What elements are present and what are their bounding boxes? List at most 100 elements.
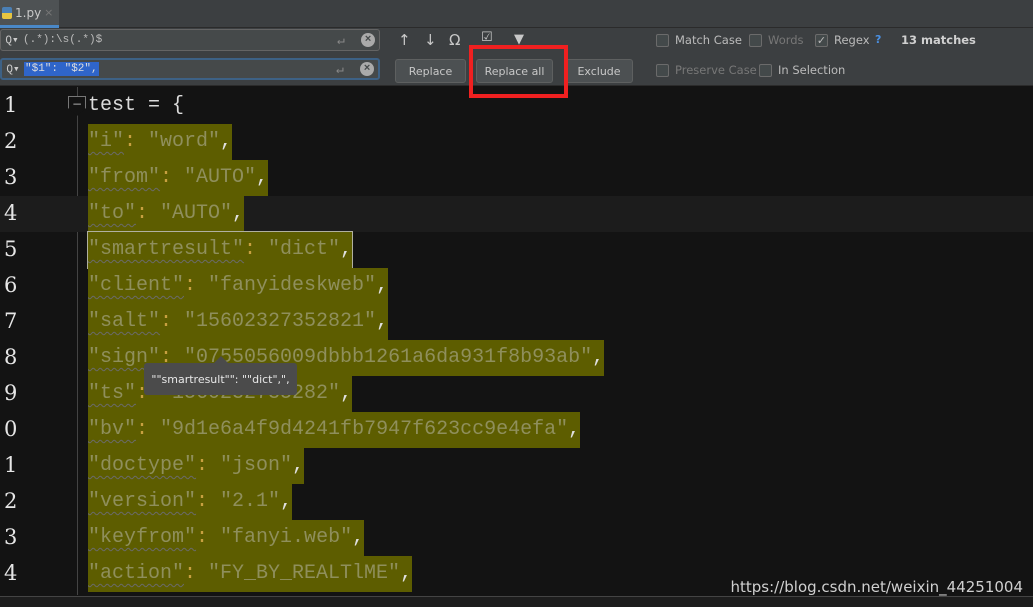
comma: , [376, 274, 389, 297]
dict-value: "json" [220, 454, 293, 477]
checkmark-icon[interactable]: ✓ [815, 33, 828, 47]
comma: , [340, 382, 353, 405]
comma: , [592, 346, 605, 369]
comma: , [400, 562, 413, 585]
code-line: 1 − test = { [0, 88, 1033, 124]
line-number: 4 [4, 561, 18, 585]
dict-value: "9d1e6a4f9d4241fb7947f623cc9e4efa" [160, 418, 569, 441]
dict-value: "word" [148, 130, 221, 153]
replace-history-icon[interactable]: Q▾ [2, 62, 24, 76]
code-line: 2 "i": "word", [0, 124, 1033, 160]
dict-key: "from" [88, 166, 161, 189]
match-highlight: "to": "AUTO", [88, 196, 245, 232]
next-occurrence-icon[interactable]: ↓ [424, 31, 437, 49]
dict-value: "AUTO" [160, 202, 233, 225]
colon: : [244, 238, 269, 261]
line-number: 8 [4, 345, 18, 369]
colon: : [124, 130, 149, 153]
match-case-label: Match Case [675, 33, 742, 47]
checkbox-box[interactable] [759, 63, 772, 77]
line-number: 3 [4, 165, 18, 189]
match-highlight: "smartresult": "dict", [86, 231, 354, 269]
previous-occurrence-icon[interactable]: ↑ [398, 31, 411, 49]
code-line: 2 "version": "2.1", [0, 484, 1033, 520]
line-number: 9 [4, 381, 18, 405]
code-line: 3 "from": "AUTO", [0, 160, 1033, 196]
line-number: 1 [4, 93, 18, 117]
line-number: 2 [4, 129, 18, 153]
match-highlight: "keyfrom": "fanyi.web", [88, 520, 365, 556]
comma: , [568, 418, 581, 441]
dict-key: "i" [88, 130, 125, 153]
dict-value: "FY_BY_REALTlME" [208, 562, 401, 585]
clear-replace-icon[interactable]: × [360, 62, 374, 76]
select-all-occurrences-icon[interactable]: ☑ [481, 30, 493, 45]
search-value[interactable]: (.*):\s(.*)$ [23, 34, 337, 46]
checkbox-box[interactable] [656, 63, 669, 77]
search-input[interactable]: Q▾ (.*):\s(.*)$ ↵ × [0, 29, 380, 51]
close-tab-icon[interactable]: × [44, 6, 53, 19]
comma: , [340, 238, 353, 261]
match-highlight: "from": "AUTO", [88, 160, 269, 196]
checkbox-box[interactable] [656, 33, 669, 47]
code-line: 7 "salt": "15602327352821", [0, 304, 1033, 340]
code-line: 0 "bv": "9d1e6a4f9d4241fb7947f623cc9e4efa… [0, 412, 1033, 448]
match-highlight: "action": "FY_BY_REALTlME", [88, 556, 413, 592]
regex-help-icon[interactable]: ? [875, 33, 881, 46]
colon: : [184, 562, 209, 585]
dict-key: "action" [88, 562, 185, 585]
dict-key: "smartresult" [88, 238, 245, 261]
code-line: 1 "doctype": "json", [0, 448, 1033, 484]
code-line: 3 "keyfrom": "fanyi.web", [0, 520, 1033, 556]
match-highlight: "doctype": "json", [88, 448, 305, 484]
colon: : [136, 418, 161, 441]
line-number: 6 [4, 273, 18, 297]
preserve-case-checkbox[interactable]: Preserve Case [656, 63, 757, 77]
line-number: 7 [4, 309, 18, 333]
find-all-icon[interactable]: Ω [449, 31, 460, 49]
line-number: 0 [4, 417, 18, 441]
search-history-icon[interactable]: Q▾ [1, 33, 23, 47]
line-number: 1 [4, 453, 18, 477]
regex-checkbox[interactable]: ✓ Regex [815, 33, 870, 47]
dict-value: "15602327352821" [184, 310, 377, 333]
replacement-preview-tooltip: ""smartresult"": ""dict",", [144, 356, 297, 395]
colon: : [160, 310, 185, 333]
newline-icon[interactable]: ↵ [336, 62, 360, 77]
comma: , [232, 202, 245, 225]
comma: , [352, 526, 365, 549]
line-number: 2 [4, 489, 18, 513]
comma: , [220, 130, 233, 153]
replace-button[interactable]: Replace [395, 59, 466, 83]
clear-search-icon[interactable]: × [361, 33, 375, 47]
match-case-checkbox[interactable]: Match Case [656, 33, 742, 47]
checkbox-box[interactable] [749, 33, 762, 47]
exclude-button[interactable]: Exclude [565, 59, 633, 83]
colon: : [196, 526, 221, 549]
in-selection-label: In Selection [778, 63, 846, 77]
match-highlight: "salt": "15602327352821", [88, 304, 389, 340]
colon: : [196, 454, 221, 477]
dict-value: "fanyideskweb" [208, 274, 377, 297]
words-checkbox[interactable]: Words [749, 33, 804, 47]
match-highlight: "client": "fanyideskweb", [88, 268, 389, 304]
fold-icon[interactable]: − [68, 96, 86, 116]
dict-value: "dict" [268, 238, 341, 261]
comma: , [376, 310, 389, 333]
dict-key: "to" [88, 202, 137, 225]
code-text: test = { [88, 94, 185, 117]
comma: , [280, 490, 293, 513]
words-label: Words [768, 33, 804, 47]
newline-icon[interactable]: ↵ [337, 33, 361, 48]
code-line: 6 "client": "fanyideskweb", [0, 268, 1033, 304]
dict-key: "doctype" [88, 454, 197, 477]
in-selection-checkbox[interactable]: In Selection [759, 63, 845, 77]
replace-value[interactable]: "$1": "$2", [24, 62, 99, 76]
tab-1py[interactable]: 1.py × [0, 0, 59, 28]
line-number: 3 [4, 525, 18, 549]
dict-value: "fanyi.web" [220, 526, 353, 549]
dict-value: "2.1" [220, 490, 281, 513]
code-editor[interactable]: 1 − test = { 2 "i": "word", 3 "from": "AUTO… [0, 87, 1033, 595]
dict-key: "bv" [88, 418, 137, 441]
replace-input[interactable]: Q▾ "$1": "$2", ↵ × [0, 58, 380, 80]
